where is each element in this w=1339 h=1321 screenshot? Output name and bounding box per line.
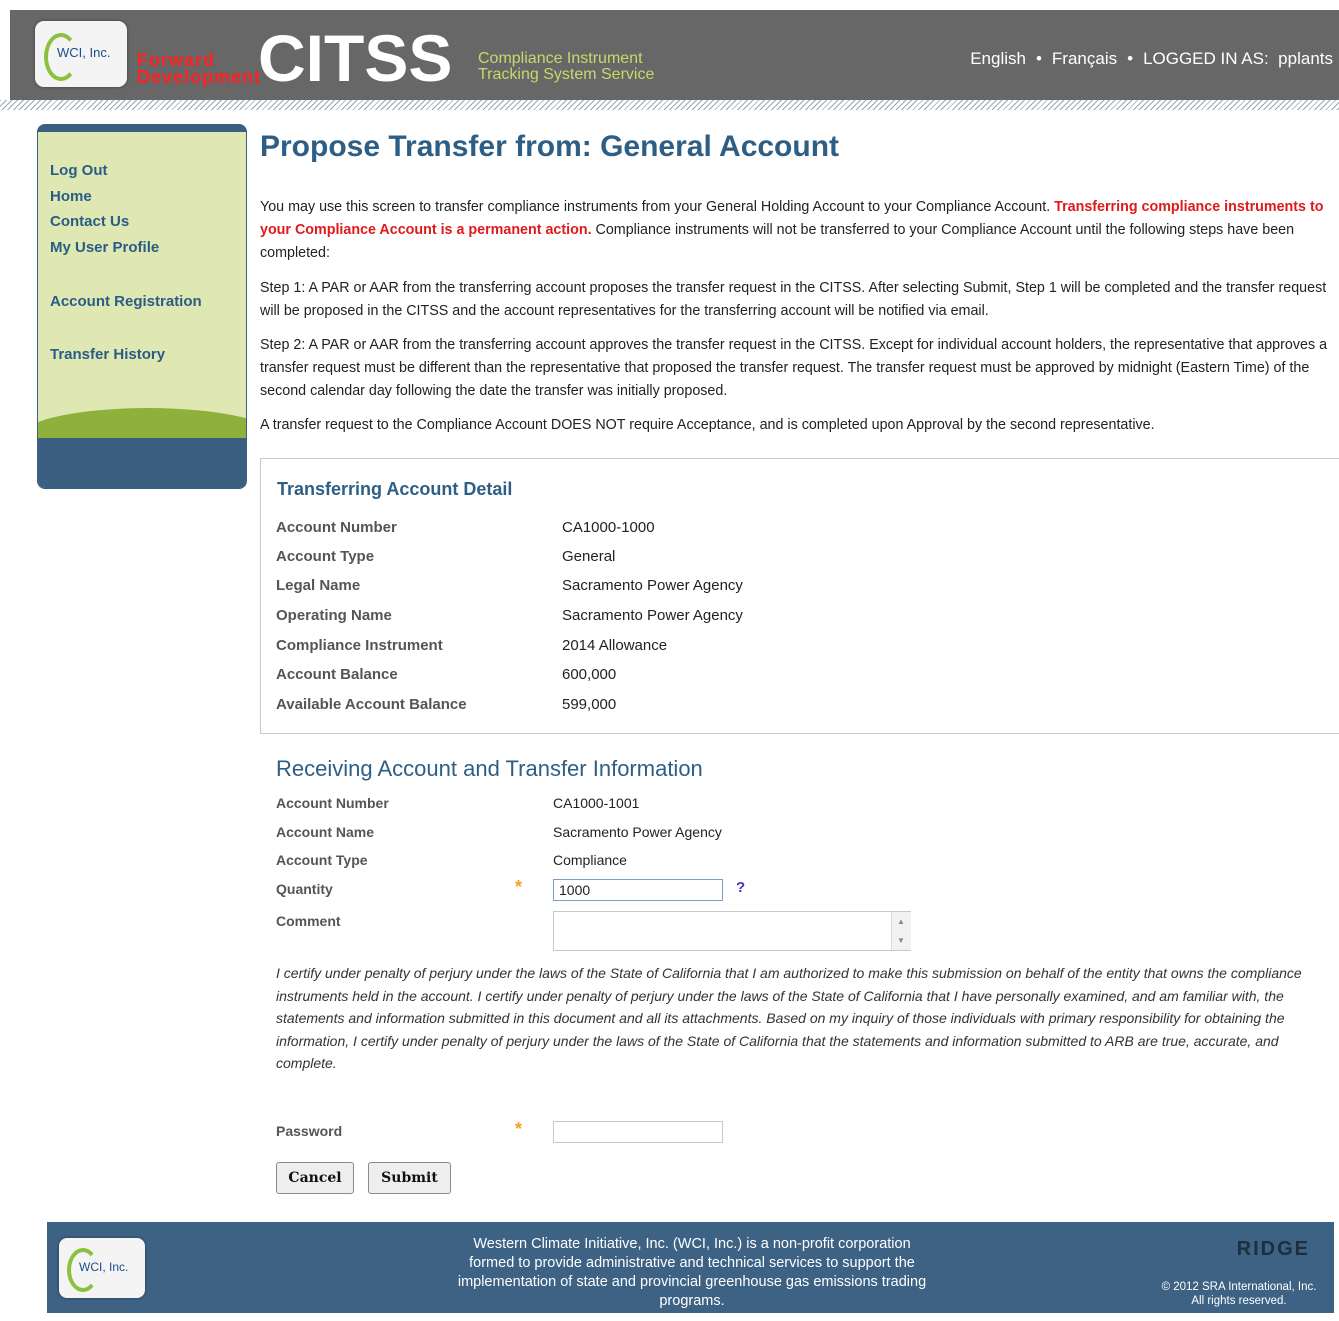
- password-input[interactable]: [553, 1121, 723, 1143]
- header-hatch-divider: [0, 100, 1339, 110]
- header-links: English • Français • LOGGED IN AS: pplants: [970, 49, 1333, 69]
- detail-value: Sacramento Power Agency: [562, 577, 743, 594]
- sidebar-item-user-profile[interactable]: My User Profile: [50, 239, 159, 256]
- detail-value: Sacramento Power Agency: [562, 607, 743, 624]
- app-tagline-line2: Tracking System Service: [478, 66, 655, 83]
- step1-paragraph: Step 1: A PAR or AAR from the transferri…: [260, 280, 1327, 319]
- submit-button[interactable]: Submit: [368, 1162, 451, 1194]
- detail-value: General: [562, 548, 616, 565]
- certification-statement: I certify under penalty of perjury under…: [276, 965, 1302, 1072]
- footer-wci-logo: WCI, Inc.: [59, 1238, 145, 1298]
- lang-french-link[interactable]: Français: [1052, 49, 1117, 68]
- scroll-down-icon[interactable]: ▼: [897, 936, 905, 945]
- intro-text: You may use this screen to transfer comp…: [260, 199, 1055, 215]
- ridge-logo: RIDGE: [1236, 1238, 1310, 1260]
- separator: •: [1035, 49, 1042, 68]
- detail-label: Account Balance: [276, 666, 398, 683]
- comment-textarea[interactable]: [553, 911, 911, 951]
- environment-tag: Forward Development: [137, 51, 262, 87]
- footer-copyright: © 2012 SRA International, Inc. All right…: [1144, 1280, 1334, 1308]
- logged-in-label: LOGGED IN AS:: [1143, 49, 1269, 68]
- header-bar: WCI, Inc. Forward Development CITSS Comp…: [10, 10, 1339, 102]
- copyright-text: © 2012 SRA International, Inc.: [1161, 1281, 1317, 1293]
- cancel-button[interactable]: Cancel: [276, 1162, 354, 1194]
- comment-label: Comment: [276, 913, 341, 929]
- acceptance-note: A transfer request to the Compliance Acc…: [260, 417, 1155, 433]
- wci-logo-text: WCI, Inc.: [57, 45, 111, 60]
- intro-paragraph: You may use this screen to transfer comp…: [260, 196, 1339, 265]
- environment-tag-line2: Development: [137, 67, 262, 87]
- detail-label: Account Type: [276, 548, 375, 565]
- quantity-label: Quantity: [276, 881, 333, 897]
- sidebar-item-log-out[interactable]: Log Out: [50, 162, 107, 179]
- sidebar-item-home[interactable]: Home: [50, 188, 92, 205]
- footer-logo-text: WCI, Inc.: [79, 1260, 129, 1274]
- sidebar-nav: Log Out Home Contact Us My User Profile …: [37, 124, 247, 489]
- footer: WCI, Inc. Western Climate Initiative, In…: [47, 1222, 1334, 1313]
- footer-description: Western Climate Initiative, Inc. (WCI, I…: [457, 1236, 927, 1309]
- app-name: CITSS: [258, 21, 453, 95]
- receiving-value: CA1000-1001: [553, 795, 640, 811]
- transferring-section-title: Transferring Account Detail: [277, 479, 513, 499]
- app-tagline-line1: Compliance Instrument: [478, 50, 643, 67]
- quantity-input[interactable]: [553, 879, 723, 901]
- quantity-help-icon[interactable]: ?: [736, 879, 745, 896]
- receiving-value: Sacramento Power Agency: [553, 824, 722, 840]
- sidebar-item-contact-us[interactable]: Contact Us: [50, 213, 129, 230]
- separator: •: [1127, 49, 1134, 68]
- required-marker: *: [515, 1119, 523, 1139]
- detail-label: Legal Name: [276, 577, 361, 594]
- required-marker: *: [515, 877, 523, 897]
- detail-value: 599,000: [562, 696, 617, 713]
- app-tagline: Compliance Instrument Tracking System Se…: [478, 51, 654, 83]
- detail-label: Compliance Instrument: [276, 637, 443, 654]
- comment-scrollbar[interactable]: ▲ ▼: [891, 912, 911, 950]
- wci-logo[interactable]: WCI, Inc.: [35, 21, 127, 87]
- password-label: Password: [276, 1123, 343, 1139]
- receiving-label: Account Name: [276, 824, 375, 840]
- detail-label: Available Account Balance: [276, 696, 467, 713]
- sidebar-bottom-band: [38, 438, 246, 488]
- step2-paragraph: Step 2: A PAR or AAR from the transferri…: [260, 337, 1328, 399]
- lang-english-link[interactable]: English: [970, 49, 1026, 68]
- rights-text: All rights reserved.: [1191, 1295, 1287, 1307]
- scroll-up-icon[interactable]: ▲: [897, 917, 905, 926]
- receiving-value: Compliance: [553, 852, 627, 868]
- detail-label: Account Number: [276, 519, 397, 536]
- sidebar-item-transfer-history[interactable]: Transfer History: [50, 346, 165, 363]
- receiving-label: Account Type: [276, 852, 368, 868]
- receiving-label: Account Number: [276, 795, 389, 811]
- detail-value: 2014 Allowance: [562, 637, 668, 654]
- detail-label: Operating Name: [276, 607, 392, 624]
- username: pplants: [1278, 49, 1333, 68]
- page-title: Propose Transfer from: General Account: [260, 130, 840, 163]
- receiving-section-title: Receiving Account and Transfer Informati…: [276, 756, 703, 781]
- sidebar-item-account-registration[interactable]: Account Registration: [50, 293, 202, 310]
- detail-value: 600,000: [562, 666, 617, 683]
- detail-value: CA1000-1000: [562, 519, 655, 536]
